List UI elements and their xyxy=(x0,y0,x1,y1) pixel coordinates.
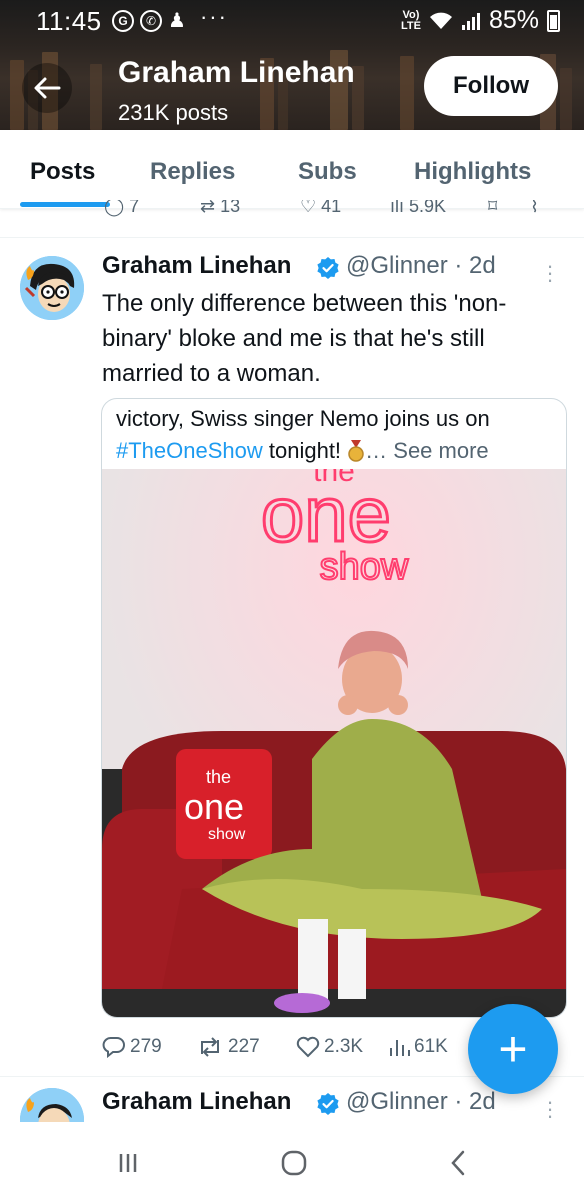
view-count: 61K xyxy=(414,1036,448,1057)
like-count: 2.3K xyxy=(324,1036,364,1057)
prev-reply-count[interactable]: ◯ 7 xyxy=(104,200,139,217)
see-more-link[interactable]: … See more xyxy=(365,438,489,463)
neon-sign-show: show xyxy=(320,546,409,588)
tweet-handle-time: @Glinner · 2d xyxy=(346,252,496,279)
avatar-illustration xyxy=(20,256,84,320)
recent-apps-button[interactable] xyxy=(108,1148,148,1178)
signal-icon xyxy=(461,12,480,30)
verified-badge-icon xyxy=(317,1093,339,1115)
prev-bookmark-icon[interactable]: ⌑ xyxy=(488,200,497,217)
prev-repost-count[interactable]: ⇄ 13 xyxy=(200,200,240,217)
back-button[interactable] xyxy=(22,63,72,113)
next-tweet-handle-time: @Glinner · 2d xyxy=(346,1088,496,1115)
hashtag-link[interactable]: #TheOneShow xyxy=(116,438,263,463)
wifi-icon xyxy=(429,12,452,29)
quoted-post-text: victory, Swiss singer Nemo joins us on #… xyxy=(116,406,490,463)
notification-figure-icon: ♟ xyxy=(168,10,186,32)
system-navigation-bar xyxy=(0,1122,584,1200)
tab-subs[interactable]: Subs xyxy=(298,158,357,186)
posts-count: 231K posts xyxy=(118,100,229,125)
profile-header: 11:45 G ✆ ♟ ··· Vo) LTE 85% Graham Lineh… xyxy=(0,0,584,130)
back-nav-button[interactable] xyxy=(438,1148,478,1178)
previous-post-actions: ◯ 7 ⇄ 13 ♡ 41 ılı 5.9K ⌑ ⌇ xyxy=(0,200,584,218)
neon-sign-one: one xyxy=(261,470,391,558)
repost-button[interactable]: 227 xyxy=(196,1036,260,1058)
profile-name: Graham Linehan xyxy=(118,56,355,89)
more-options-icon[interactable]: · · · xyxy=(546,255,554,291)
avatar-illustration xyxy=(20,1088,84,1122)
views-button[interactable]: 61K xyxy=(388,1036,448,1058)
prev-like-count[interactable]: ♡ 41 xyxy=(300,200,341,217)
cushion-text-one: one xyxy=(184,786,244,827)
more-notifications-icon: ··· xyxy=(199,3,228,29)
plus-icon: + xyxy=(498,1021,528,1077)
follow-button[interactable]: Follow xyxy=(424,56,558,116)
profile-tabs: Posts Replies Subs Highlights xyxy=(0,130,584,209)
next-tweet-avatar[interactable] xyxy=(20,1088,84,1122)
compose-post-button[interactable]: + xyxy=(468,1004,558,1094)
medal-emoji-icon xyxy=(348,440,364,462)
arrow-left-icon xyxy=(34,77,61,99)
cushion-text-the: the xyxy=(206,767,231,787)
volte-icon: Vo) LTE xyxy=(400,8,421,32)
next-tweet-author-name[interactable]: Graham Linehan xyxy=(102,1088,291,1116)
heart-icon xyxy=(296,1036,320,1058)
system-status-icons: Vo) LTE 85% xyxy=(401,6,560,35)
status-time: 11:45 xyxy=(36,6,102,36)
studio-photo: the one show the one show xyxy=(102,469,566,1017)
like-button[interactable]: 2.3K xyxy=(296,1036,363,1058)
views-chart-icon xyxy=(390,1040,410,1056)
battery-icon xyxy=(547,9,560,32)
whatsapp-icon: ✆ xyxy=(140,9,162,32)
battery-percent: 85% xyxy=(488,6,539,34)
tweet-author-name[interactable]: Graham Linehan xyxy=(102,252,291,280)
notification-icons: G ✆ ♟ ··· xyxy=(112,4,228,33)
cushion-text-show: show xyxy=(208,826,246,843)
prev-view-count[interactable]: ılı 5.9K xyxy=(390,200,446,217)
verified-badge-icon xyxy=(317,257,339,279)
reply-icon xyxy=(102,1037,125,1058)
avatar[interactable] xyxy=(20,256,84,320)
post-divider xyxy=(0,237,584,238)
quoted-post-card[interactable]: victory, Swiss singer Nemo joins us on #… xyxy=(101,398,567,1018)
tweet-text: The only difference between this 'non-bi… xyxy=(102,290,507,387)
reply-button[interactable]: 279 xyxy=(102,1036,162,1058)
home-icon xyxy=(281,1150,307,1176)
home-button[interactable] xyxy=(274,1148,314,1178)
repost-count: 227 xyxy=(228,1036,260,1057)
more-options-icon[interactable]: · · · xyxy=(546,1091,554,1123)
recent-apps-icon xyxy=(119,1154,137,1172)
tab-highlights[interactable]: Highlights xyxy=(414,158,531,186)
status-bar: 11:45 G ✆ ♟ ··· Vo) LTE 85% xyxy=(0,0,584,40)
notification-app-icon: G xyxy=(112,9,134,32)
tab-posts[interactable]: Posts xyxy=(30,158,95,186)
reply-count: 279 xyxy=(130,1036,162,1057)
chevron-left-icon xyxy=(451,1150,465,1176)
tab-replies[interactable]: Replies xyxy=(150,158,235,186)
prev-share-icon[interactable]: ⌇ xyxy=(530,200,539,217)
quoted-post-image[interactable]: the one show the one show xyxy=(102,469,566,1017)
repost-icon xyxy=(201,1037,219,1057)
